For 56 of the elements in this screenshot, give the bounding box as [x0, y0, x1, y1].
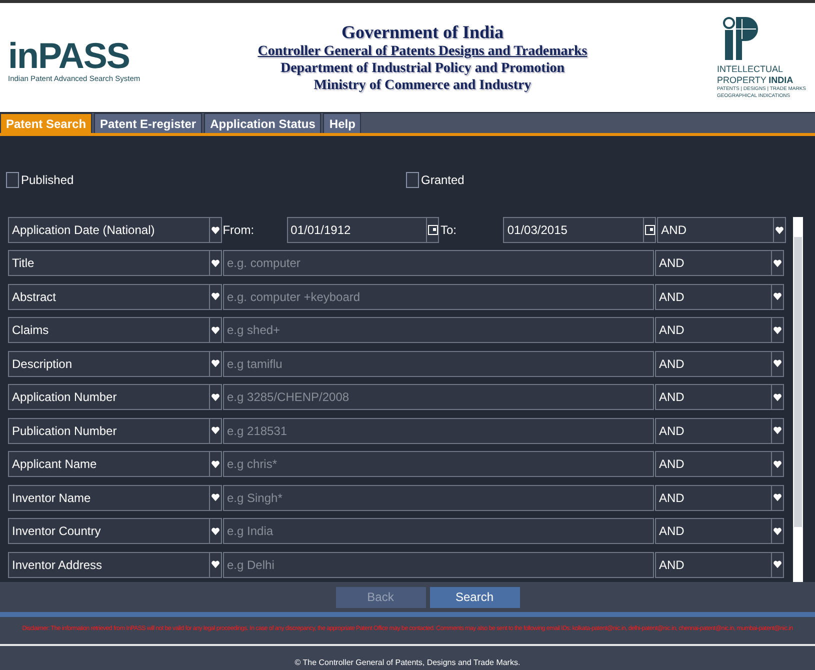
operator-select[interactable]: AND: [657, 217, 786, 243]
org-link[interactable]: Controller General of Patents Designs and Trademarks: [258, 42, 588, 60]
search-term-field[interactable]: e.g Singh*: [223, 484, 654, 511]
checkbox[interactable]: [406, 172, 419, 188]
search-term-field[interactable]: e.g chris*: [223, 451, 654, 478]
calendar-icon[interactable]: [644, 225, 655, 235]
field-select[interactable]: Inventor Address: [8, 552, 222, 578]
operator-select[interactable]: AND: [655, 451, 784, 478]
operator-select[interactable]: AND: [655, 250, 784, 276]
to-label: To:: [440, 222, 458, 239]
field-select[interactable]: Application Number: [8, 384, 222, 410]
checkbox-label: Published: [21, 173, 74, 187]
operator-select[interactable]: AND: [655, 284, 784, 310]
search-button[interactable]: Search: [430, 586, 520, 608]
field-select[interactable]: Application Date (National): [8, 217, 222, 243]
search-term-field[interactable]: e.g. computer +keyboard: [223, 284, 654, 310]
search-term-field[interactable]: e.g 218531: [223, 418, 654, 444]
field-select[interactable]: Publication Number: [8, 418, 222, 444]
nav-tab[interactable]: Patent E-register: [94, 113, 202, 133]
field-select[interactable]: Inventor Name: [8, 484, 222, 511]
search-term-field[interactable]: e.g shed+: [223, 317, 654, 344]
date-field[interactable]: 01/01/1912: [286, 217, 440, 243]
copyright-text: © The Controller General of Patents, Designs and Trade Marks.: [294, 658, 522, 667]
page-title: Government of India: [341, 22, 504, 42]
operator-select[interactable]: AND: [655, 317, 784, 344]
department-name: Department of Industrial Policy and Promotion: [280, 60, 564, 76]
nav-tab[interactable]: Application Status: [204, 113, 322, 133]
operator-select[interactable]: AND: [655, 552, 784, 578]
nav-tab[interactable]: Help: [323, 113, 362, 133]
scrollbar[interactable]: [793, 217, 803, 582]
field-select[interactable]: Claims: [8, 317, 222, 344]
from-label: From:: [222, 222, 256, 239]
operator-select[interactable]: AND: [655, 518, 784, 544]
search-term-field[interactable]: e.g 3285/CHENP/2008: [223, 384, 654, 410]
department-name: Ministry of Commerce and Industry: [314, 76, 532, 94]
checkbox-label: Granted: [421, 173, 464, 187]
field-select[interactable]: Inventor Country: [8, 518, 222, 544]
emblem-caption: PROPERTY INDIA: [716, 74, 794, 86]
calendar-icon[interactable]: [428, 225, 438, 235]
field-select[interactable]: Title: [8, 250, 222, 276]
field-select[interactable]: Abstract: [8, 284, 222, 310]
operator-select[interactable]: AND: [655, 384, 784, 410]
emblem-icon: [720, 16, 761, 60]
emblem-caption: INTELLECTUAL: [716, 64, 784, 74]
logo-text: inPASS: [8, 38, 130, 74]
search-term-field[interactable]: e.g tamiflu: [223, 350, 654, 377]
field-select[interactable]: Applicant Name: [8, 451, 222, 478]
operator-select[interactable]: AND: [655, 418, 784, 444]
search-term-field[interactable]: e.g. computer: [223, 250, 654, 276]
checkbox[interactable]: [6, 172, 19, 188]
search-term-field[interactable]: e.g India: [223, 518, 654, 544]
operator-select[interactable]: AND: [655, 350, 784, 377]
search-term-field[interactable]: e.g Delhi: [223, 552, 654, 578]
date-field[interactable]: 01/03/2015: [503, 217, 656, 243]
field-select[interactable]: Description: [8, 350, 222, 377]
operator-select[interactable]: AND: [655, 484, 784, 511]
